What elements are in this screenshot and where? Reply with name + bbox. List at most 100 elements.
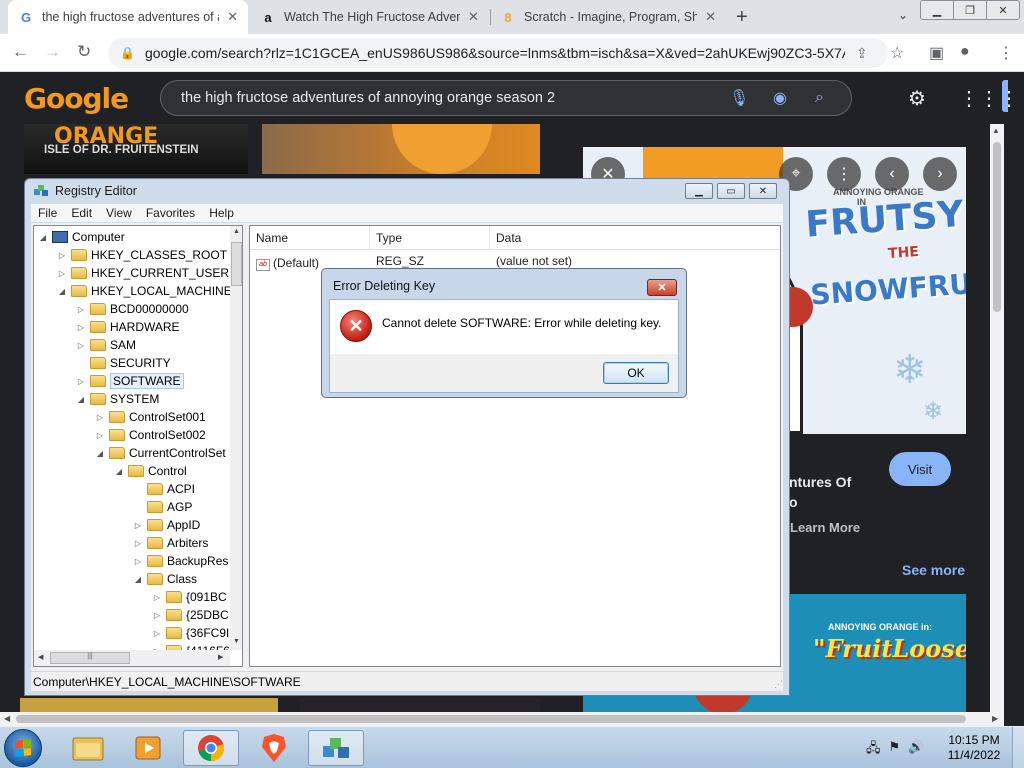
collapse-arrow-icon[interactable]: ◢ xyxy=(95,449,105,458)
tree-node[interactable]: ▷ SAM xyxy=(76,336,136,354)
tree-node[interactable]: ◢ Computer xyxy=(38,228,125,246)
expand-arrow-icon[interactable]: ▷ xyxy=(152,611,162,620)
lens-camera-icon[interactable]: ◉ xyxy=(773,88,787,108)
tree-node[interactable]: ▷ ControlSet002 xyxy=(95,426,206,444)
close-dialog-icon[interactable]: ✕ xyxy=(647,279,677,296)
taskbar-clock[interactable]: 10:15 PM 11/4/2022 xyxy=(942,733,1006,763)
taskbar-chrome[interactable] xyxy=(183,730,239,766)
taskbar-registry-editor[interactable] xyxy=(308,730,364,766)
apps-grid-icon[interactable]: ⋮⋮⋮ xyxy=(959,86,1019,111)
expand-arrow-icon[interactable]: ▷ xyxy=(133,539,143,548)
tree-node[interactable]: ▷ HKEY_CLASSES_ROOT xyxy=(57,246,227,264)
network-icon[interactable]: 🖧 xyxy=(866,739,881,761)
column-header-type[interactable]: Type xyxy=(370,226,490,250)
scrollbar-thumb[interactable] xyxy=(16,715,966,723)
tab-amazon[interactable]: a Watch The High Fructose Advent ✕ xyxy=(250,0,490,34)
scrollbar-thumb[interactable] xyxy=(993,142,1001,312)
side-panel-icon[interactable]: ▣ xyxy=(929,43,944,63)
expand-arrow-icon[interactable]: ▷ xyxy=(133,521,143,530)
menu-help[interactable]: Help xyxy=(202,206,241,220)
expand-arrow-icon[interactable]: ▷ xyxy=(76,323,86,332)
tab-scratch[interactable]: 8 Scratch - Imagine, Program, Shar ✕ xyxy=(490,0,726,34)
collapse-arrow-icon[interactable]: ◢ xyxy=(133,575,143,584)
show-desktop-button[interactable] xyxy=(1012,727,1024,768)
next-image-icon[interactable]: › xyxy=(923,157,957,191)
close-window-icon[interactable]: ✕ xyxy=(749,183,777,199)
tree-node[interactable]: ▷ SOFTWARE xyxy=(76,372,184,390)
search-icon[interactable]: ⌕ xyxy=(815,89,824,107)
close-tab-icon[interactable]: ✕ xyxy=(705,9,716,25)
menu-favorites[interactable]: Favorites xyxy=(139,206,202,220)
expand-arrow-icon[interactable]: ▷ xyxy=(152,629,162,638)
profile-avatar-icon[interactable]: ● xyxy=(960,43,970,61)
tab-search-chevron-icon[interactable]: ⌄ xyxy=(898,8,908,22)
volume-icon[interactable]: 🔊 xyxy=(908,739,924,761)
ok-button[interactable]: OK xyxy=(603,362,669,384)
tree-node[interactable]: ▷ BCD00000000 xyxy=(76,300,189,318)
expand-arrow-icon[interactable]: ▷ xyxy=(95,413,105,422)
expand-arrow-icon[interactable]: ▷ xyxy=(133,557,143,566)
tree-node[interactable]: ▷ ControlSet001 xyxy=(95,408,206,426)
taskbar-brave[interactable] xyxy=(246,730,302,766)
lock-icon[interactable]: 🔒 xyxy=(120,46,135,60)
start-button[interactable] xyxy=(4,729,42,767)
image-result-partial[interactable] xyxy=(300,698,540,712)
image-result-orange-close-up[interactable] xyxy=(262,124,540,174)
column-header-data[interactable]: Data xyxy=(490,226,780,250)
tree-node[interactable]: ▷ BackupRes xyxy=(133,552,228,570)
tree-node[interactable]: AGP xyxy=(133,498,192,516)
back-arrow-icon[interactable]: ← xyxy=(12,42,29,62)
expand-arrow-icon[interactable]: ▷ xyxy=(76,305,86,314)
tree-node[interactable]: SECURITY xyxy=(76,354,171,372)
taskbar-explorer[interactable] xyxy=(60,730,116,766)
share-icon[interactable]: ⇪ xyxy=(856,45,868,62)
expand-arrow-icon[interactable]: ▷ xyxy=(76,377,86,386)
tree-node[interactable]: ▷ {36FC9I xyxy=(152,624,229,642)
image-result-partial[interactable] xyxy=(20,698,278,712)
tree-node[interactable]: ◢ Control xyxy=(114,462,187,480)
bookmark-star-icon[interactable]: ☆ xyxy=(890,43,904,63)
search-input[interactable]: the high fructose adventures of annoying… xyxy=(160,80,852,116)
voice-search-icon[interactable]: 🎙 xyxy=(729,88,749,108)
scroll-left-arrow-icon[interactable]: ◀ xyxy=(4,714,10,723)
scrollbar-thumb[interactable]: ||| xyxy=(50,652,130,664)
tree-node[interactable]: ▷ HARDWARE xyxy=(76,318,180,336)
google-logo[interactable]: Google xyxy=(24,82,129,115)
scroll-up-arrow-icon[interactable]: ▲ xyxy=(992,126,1000,135)
address-bar[interactable]: 🔒 google.com/search?rlz=1C1GCEA_enUS986U… xyxy=(108,38,888,68)
close-tab-icon[interactable]: ✕ xyxy=(468,9,479,25)
tree-node[interactable]: ACPI xyxy=(133,480,195,498)
scroll-right-arrow-icon[interactable]: ▶ xyxy=(218,653,223,661)
tree-node[interactable]: ▷ {091BC xyxy=(152,588,227,606)
maximize-icon[interactable]: ▭ xyxy=(717,183,745,199)
scroll-right-arrow-icon[interactable]: ▶ xyxy=(992,714,998,723)
reload-icon[interactable]: ↻ xyxy=(77,42,91,62)
chrome-menu-icon[interactable]: ⋮ xyxy=(998,43,1014,63)
column-header-name[interactable]: Name xyxy=(250,226,370,250)
minimize-icon[interactable]: ▁ xyxy=(920,0,954,20)
scroll-left-arrow-icon[interactable]: ◀ xyxy=(38,653,43,661)
expand-arrow-icon[interactable]: ▷ xyxy=(76,341,86,350)
menu-edit[interactable]: Edit xyxy=(64,206,99,220)
window-titlebar[interactable]: Registry Editor xyxy=(33,183,137,199)
expand-arrow-icon[interactable]: ▷ xyxy=(57,269,67,278)
restore-icon[interactable]: ❐ xyxy=(953,0,987,20)
see-more-link[interactable]: See more xyxy=(902,562,965,578)
collapse-arrow-icon[interactable]: ◢ xyxy=(114,467,124,476)
action-center-flag-icon[interactable]: ⚑ xyxy=(889,739,901,761)
scroll-up-arrow-icon[interactable]: ▲ xyxy=(233,228,240,235)
menu-file[interactable]: File xyxy=(31,206,64,220)
taskbar-media-player[interactable] xyxy=(120,730,176,766)
resize-grip-icon[interactable]: ⋰ xyxy=(774,679,783,690)
expand-arrow-icon[interactable]: ▷ xyxy=(152,593,162,602)
more-options-icon[interactable]: ⋮ xyxy=(827,157,861,191)
registry-key-tree[interactable]: ▷{4116F6▷{36FC9I▷{25DBC▷{091BC◢Class▷Bac… xyxy=(33,225,243,667)
tab-google-images[interactable]: G the high fructose adventures of a ✕ xyxy=(8,0,248,34)
learn-more-link[interactable]: Learn More xyxy=(790,520,860,535)
collapse-arrow-icon[interactable]: ◢ xyxy=(76,395,86,404)
page-horizontal-scrollbar[interactable]: ◀ ▶ xyxy=(0,712,1004,726)
tree-node[interactable]: ▷ {25DBC xyxy=(152,606,229,624)
page-vertical-scrollbar[interactable]: ▲ xyxy=(990,124,1004,714)
forward-arrow-icon[interactable]: → xyxy=(44,42,61,62)
sign-in-button-edge[interactable] xyxy=(1002,80,1008,112)
